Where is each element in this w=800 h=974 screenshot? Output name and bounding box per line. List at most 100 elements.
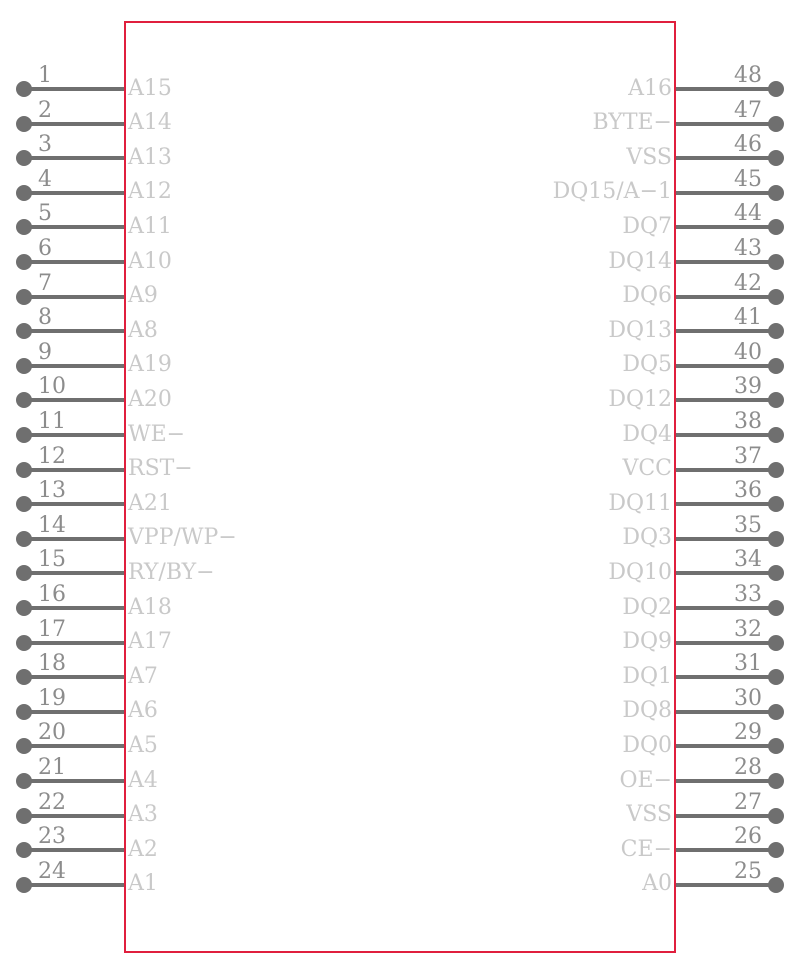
pin-number-label: 12 xyxy=(38,443,66,469)
pin-terminal-dot[interactable] xyxy=(16,323,32,340)
pin-terminal-dot[interactable] xyxy=(768,254,784,270)
pin-terminal-dot[interactable] xyxy=(768,600,784,616)
pin-wire[interactable] xyxy=(676,779,778,783)
pin-terminal-dot[interactable] xyxy=(768,115,784,132)
pin-terminal-dot[interactable] xyxy=(768,81,784,97)
pin-wire[interactable] xyxy=(676,433,778,437)
pin-wire[interactable] xyxy=(676,571,778,576)
pin-wire[interactable] xyxy=(676,848,778,853)
pin-terminal-dot[interactable] xyxy=(768,669,784,686)
pin-name-label: A20 xyxy=(128,386,172,412)
pin-terminal-dot[interactable] xyxy=(768,634,784,651)
pin-terminal-dot[interactable] xyxy=(16,634,32,651)
pin-terminal-dot[interactable] xyxy=(768,461,784,478)
pin-terminal-dot[interactable] xyxy=(768,150,784,167)
pin-name-label: VPP/WP− xyxy=(128,525,237,551)
pin-number-label: 42 xyxy=(734,270,762,296)
pin-terminal-dot[interactable] xyxy=(16,461,32,478)
pin-wire[interactable] xyxy=(676,502,778,507)
pin-terminal-dot[interactable] xyxy=(16,392,32,409)
pin-number-label: 29 xyxy=(734,720,762,746)
pin-wire[interactable] xyxy=(676,329,778,334)
pin-terminal-dot[interactable] xyxy=(16,565,32,582)
pin-number-label: 24 xyxy=(38,858,66,884)
pin-name-label: CE− xyxy=(620,836,672,862)
pin-number-label: 28 xyxy=(734,755,762,780)
pin-terminal-dot[interactable] xyxy=(768,738,784,755)
pin-wire[interactable] xyxy=(676,260,778,264)
pin-terminal-dot[interactable] xyxy=(16,703,32,720)
pin-terminal-dot[interactable] xyxy=(16,496,32,513)
pin-number-label: 27 xyxy=(734,789,762,815)
pin-terminal-dot[interactable] xyxy=(16,876,32,893)
pin-number-label: 7 xyxy=(38,270,52,296)
pin-name-label: A8 xyxy=(128,317,158,343)
pin-terminal-dot[interactable] xyxy=(16,807,32,824)
pin-terminal-dot[interactable] xyxy=(768,703,784,720)
pin-number-label: 33 xyxy=(734,582,762,607)
pin-wire[interactable] xyxy=(676,882,778,887)
pin-number-label: 1 xyxy=(38,63,52,88)
pin-terminal-dot[interactable] xyxy=(768,219,784,236)
pin-terminal-dot[interactable] xyxy=(16,842,32,859)
pin-number-label: 47 xyxy=(734,97,762,123)
pin-terminal-dot[interactable] xyxy=(16,219,32,236)
pin-name-label: OE− xyxy=(619,767,672,793)
pin-terminal-dot[interactable] xyxy=(16,150,32,167)
pin-wire[interactable] xyxy=(676,709,778,714)
pin-terminal-dot[interactable] xyxy=(768,773,784,789)
pin-terminal-dot[interactable] xyxy=(768,288,784,305)
pin-number-label: 34 xyxy=(734,547,762,573)
pin-terminal-dot[interactable] xyxy=(16,254,32,270)
pin-terminal-dot[interactable] xyxy=(16,427,32,443)
pin-wire[interactable] xyxy=(676,87,778,91)
pin-wire[interactable] xyxy=(676,294,778,299)
pin-name-label: DQ5 xyxy=(622,352,672,378)
pin-wire[interactable] xyxy=(676,536,778,541)
pin-name-label: DQ6 xyxy=(622,283,672,309)
pin-terminal-dot[interactable] xyxy=(768,323,784,340)
pin-name-label: A12 xyxy=(128,179,172,205)
pin-name-label: DQ0 xyxy=(622,732,672,758)
pin-name-label: DQ15/A−1 xyxy=(552,179,672,205)
pin-wire[interactable] xyxy=(676,363,778,368)
pin-terminal-dot[interactable] xyxy=(16,115,32,132)
pin-wire[interactable] xyxy=(676,813,778,818)
pin-terminal-dot[interactable] xyxy=(768,392,784,409)
pin-name-label: DQ3 xyxy=(622,525,672,551)
pin-terminal-dot[interactable] xyxy=(768,842,784,859)
pin-terminal-dot[interactable] xyxy=(768,530,784,547)
pin-name-label: A7 xyxy=(128,663,158,689)
pin-wire[interactable] xyxy=(676,190,778,195)
pin-wire[interactable] xyxy=(676,640,778,645)
pin-terminal-dot[interactable] xyxy=(16,669,32,686)
pin-terminal-dot[interactable] xyxy=(768,496,784,513)
pin-terminal-dot[interactable] xyxy=(16,738,32,755)
pin-terminal-dot[interactable] xyxy=(768,427,784,443)
pin-terminal-dot[interactable] xyxy=(16,530,32,547)
pin-terminal-dot[interactable] xyxy=(768,565,784,582)
pin-wire[interactable] xyxy=(676,467,778,472)
pin-wire[interactable] xyxy=(676,121,778,126)
pin-terminal-dot[interactable] xyxy=(16,600,32,616)
pin-terminal-dot[interactable] xyxy=(768,876,784,893)
pin-terminal-dot[interactable] xyxy=(16,81,32,97)
pin-terminal-dot[interactable] xyxy=(16,288,32,305)
pin-terminal-dot[interactable] xyxy=(16,184,32,201)
pin-terminal-dot[interactable] xyxy=(768,357,784,374)
pin-number-label: 23 xyxy=(38,824,66,850)
pin-wire[interactable] xyxy=(676,398,778,403)
pin-wire[interactable] xyxy=(676,744,778,749)
pin-wire[interactable] xyxy=(676,225,778,230)
pin-wire[interactable] xyxy=(676,675,778,680)
pin-wire[interactable] xyxy=(676,606,778,610)
pin-terminal-dot[interactable] xyxy=(16,357,32,374)
pin-name-label: DQ4 xyxy=(622,421,672,447)
pin-wire[interactable] xyxy=(676,156,778,161)
pin-number-label: 18 xyxy=(38,651,66,677)
pin-name-label: A18 xyxy=(128,594,172,620)
pin-terminal-dot[interactable] xyxy=(768,184,784,201)
pin-number-label: 44 xyxy=(734,201,762,227)
pin-terminal-dot[interactable] xyxy=(768,807,784,824)
pin-terminal-dot[interactable] xyxy=(16,773,32,789)
